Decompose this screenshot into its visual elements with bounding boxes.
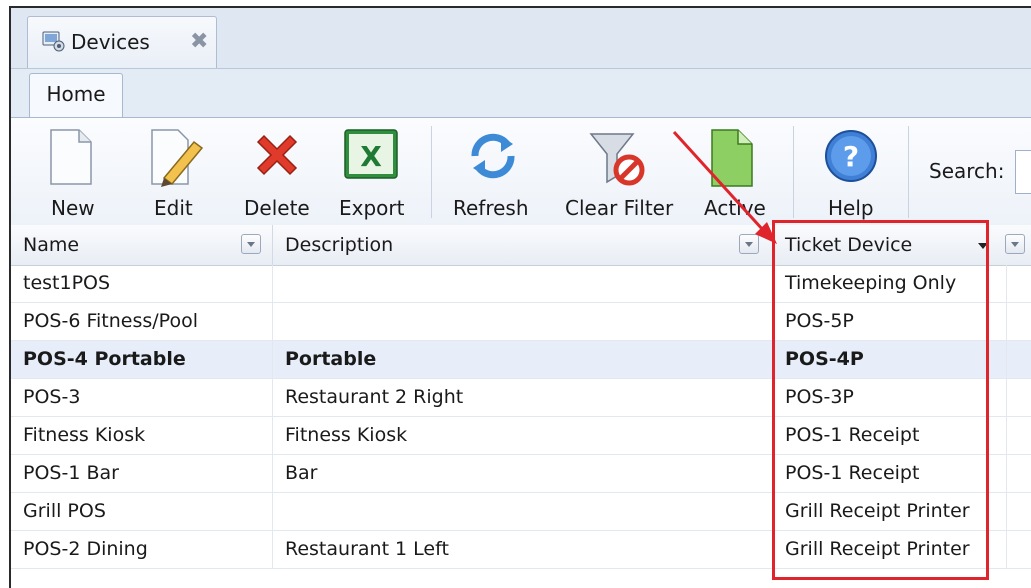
cell-description: Fitness Kiosk [273, 417, 773, 455]
active-button[interactable]: Active [696, 118, 776, 226]
ticket-device-filter-dropdown[interactable] [1005, 234, 1025, 254]
help-label: Help [828, 196, 874, 220]
devices-icon [42, 31, 65, 52]
cell-name: POS-3 [11, 379, 273, 417]
cell-ticket-device: POS-4P [773, 341, 1007, 379]
new-document-icon [50, 129, 92, 185]
cell-ticket-device: POS-1 Receipt [773, 455, 1007, 493]
export-button[interactable]: X Export [333, 118, 413, 226]
document-tab-strip: Devices ✖ [11, 8, 1031, 68]
toolbar-separator [431, 126, 432, 218]
table-row[interactable]: POS-2 Dining Restaurant 1 Left Grill Recei… [11, 531, 1031, 569]
search-input[interactable] [1015, 150, 1031, 194]
cell-description [273, 265, 773, 303]
new-button[interactable]: New [31, 118, 111, 226]
column-header-name-label: Name [23, 234, 80, 256]
cell-name: POS-4 Portable [11, 341, 273, 379]
table-row[interactable]: Grill POS Grill Receipt Printer [11, 493, 1031, 531]
devices-grid: Name Description Ticket Device test1POS T… [11, 225, 1031, 588]
table-row[interactable]: test1POS Timekeeping Only [11, 265, 1031, 303]
refresh-button[interactable]: Refresh [451, 118, 541, 226]
table-row[interactable]: POS-6 Fitness/Pool POS-5P [11, 303, 1031, 341]
export-label: Export [339, 196, 405, 220]
active-document-icon [711, 129, 753, 187]
cell-name: POS-6 Fitness/Pool [11, 303, 273, 341]
close-icon[interactable]: ✖ [190, 29, 208, 54]
new-label: New [51, 196, 95, 220]
table-row[interactable]: Fitness Kiosk Fitness Kiosk POS-1 Receipt [11, 417, 1031, 455]
cell-name: test1POS [11, 265, 273, 303]
table-row[interactable]: POS-1 Bar Bar POS-1 Receipt [11, 455, 1031, 493]
cell-description: Restaurant 2 Right [273, 379, 773, 417]
cell-ticket-device: Timekeeping Only [773, 265, 1007, 303]
cell-ticket-device: POS-1 Receipt [773, 417, 1007, 455]
delete-label: Delete [244, 196, 310, 220]
cell-description: Restaurant 1 Left [273, 531, 773, 569]
toolbar-separator [908, 126, 909, 218]
excel-icon: X [344, 129, 398, 179]
devices-window: Devices ✖ Home New Edit Delete X Export … [9, 6, 1031, 588]
clear-filter-icon [589, 133, 645, 186]
active-label: Active [704, 196, 766, 220]
edit-pencil-icon [151, 129, 204, 187]
cell-ticket-device: POS-5P [773, 303, 1007, 341]
sort-descending-icon [978, 243, 988, 249]
help-icon: ? [825, 130, 877, 182]
tab-home[interactable]: Home [29, 73, 123, 120]
cell-description [273, 303, 773, 341]
tab-devices-label: Devices [71, 30, 150, 54]
cell-ticket-device: POS-3P [773, 379, 1007, 417]
delete-x-icon [256, 134, 298, 176]
column-header-description[interactable]: Description [273, 225, 773, 265]
refresh-icon [471, 133, 515, 179]
cell-description [273, 493, 773, 531]
column-header-name[interactable]: Name [11, 225, 273, 265]
description-filter-dropdown[interactable] [739, 234, 759, 254]
clear-filter-button[interactable]: Clear Filter [559, 118, 674, 226]
column-header-ticket-device-label: Ticket Device [785, 234, 913, 256]
edit-label: Edit [154, 196, 193, 220]
cell-name: Fitness Kiosk [11, 417, 273, 455]
refresh-label: Refresh [453, 196, 529, 220]
table-row[interactable]: POS-3 Restaurant 2 Right POS-3P [11, 379, 1031, 417]
column-header-description-label: Description [285, 234, 394, 256]
cell-name: POS-1 Bar [11, 455, 273, 493]
table-row[interactable]: POS-4 Portable Portable POS-4P [11, 341, 1031, 379]
delete-button[interactable]: Delete [236, 118, 316, 226]
name-filter-dropdown[interactable] [241, 234, 261, 254]
svg-text:?: ? [843, 140, 859, 173]
cell-description: Portable [273, 341, 773, 379]
cell-description: Bar [273, 455, 773, 493]
grid-header: Name Description Ticket Device [11, 225, 1031, 266]
clear-filter-label: Clear Filter [565, 196, 674, 220]
ribbon-tab-strip: Home [11, 68, 1031, 120]
cell-ticket-device: Grill Receipt Printer [773, 493, 1007, 531]
search-label: Search: [929, 159, 1005, 183]
cell-name: POS-2 Dining [11, 531, 273, 569]
column-header-ticket-device[interactable]: Ticket Device [773, 225, 1031, 265]
edit-button[interactable]: Edit [136, 118, 216, 226]
cell-ticket-device: Grill Receipt Printer [773, 531, 1007, 569]
toolbar-separator [793, 126, 794, 218]
cell-name: Grill POS [11, 493, 273, 531]
ribbon-toolbar: New Edit Delete X Export Refresh Clear F… [11, 117, 1031, 226]
tab-devices[interactable]: Devices ✖ [27, 16, 217, 68]
svg-text:X: X [360, 140, 382, 173]
help-button[interactable]: ? Help [811, 118, 891, 226]
